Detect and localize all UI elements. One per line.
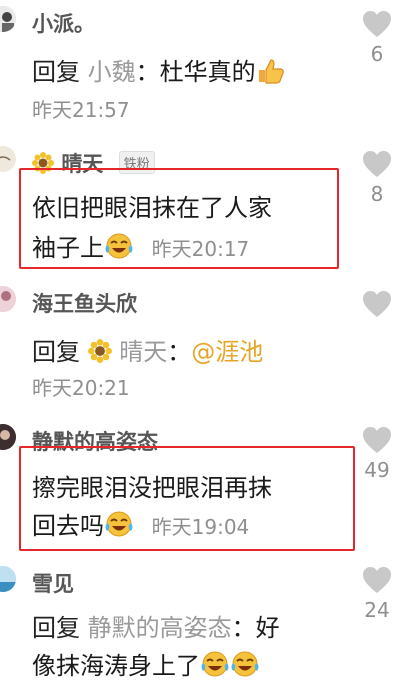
heart-icon <box>363 567 391 593</box>
like-button[interactable]: 24 <box>360 566 394 622</box>
heart-icon <box>363 151 391 177</box>
avatar[interactable] <box>0 146 16 172</box>
reply-target-name[interactable]: 静默的高姿态 <box>88 614 232 642</box>
laughing-crying-emoji-icon <box>104 232 134 266</box>
comment-time: 昨天20:21 <box>32 376 130 400</box>
thumbs-up-emoji-icon <box>256 58 286 90</box>
comment-text-line2: 回去吗 昨天19:04 <box>32 506 249 544</box>
username[interactable]: 雪见 <box>32 568 74 598</box>
reply-label: 回复 <box>32 338 80 366</box>
avatar[interactable] <box>0 286 16 312</box>
comment-text[interactable]: 回复 小魏：杜华真的 <box>32 52 286 90</box>
like-button[interactable] <box>360 290 394 318</box>
like-button[interactable]: 6 <box>360 10 394 66</box>
avatar[interactable] <box>0 566 16 592</box>
comment-text: 依旧把眼泪抹在了人家 <box>32 194 272 222</box>
reply-label: 回复 <box>32 58 80 86</box>
comment-body: 杜华真的 <box>159 58 256 86</box>
comment-body: 好 <box>255 614 280 642</box>
laughing-crying-emoji-icon <box>200 650 230 684</box>
comment-text: 回复 静默的高姿态：好 <box>32 608 280 643</box>
like-count: 6 <box>370 42 384 66</box>
colon: ： <box>167 338 192 366</box>
reply-label: 回复 <box>32 614 80 642</box>
laughing-crying-emoji-icon <box>230 650 260 684</box>
comment-body: 回去吗 <box>32 512 104 540</box>
comment-time: 昨天19:04 <box>151 515 250 539</box>
heart-icon <box>363 427 391 453</box>
laughing-crying-emoji-icon <box>104 510 134 544</box>
like-button[interactable]: 49 <box>360 426 394 482</box>
colon: ： <box>231 614 256 642</box>
like-count: 24 <box>364 598 390 622</box>
comment-time: 昨天20:17 <box>151 237 250 261</box>
reply-target-name[interactable]: 晴天 <box>119 338 167 366</box>
comment-text: 擦完眼泪没把眼泪再抹 <box>32 474 272 502</box>
sunflower-icon <box>87 339 112 369</box>
comment-body-line2: 像抹海涛身上了 <box>32 652 200 680</box>
reply-target-name[interactable]: 小魏 <box>88 58 136 86</box>
comment-body: 袖子上 <box>32 234 104 262</box>
comment-text-line2: 像抹海涛身上了 <box>32 646 260 684</box>
avatar[interactable] <box>0 6 16 32</box>
colon: ： <box>135 58 160 86</box>
comment-text-line2: 袖子上 昨天20:17 <box>32 228 249 266</box>
comment-text: 回复 晴天：@涯池 <box>32 332 263 369</box>
like-count: 8 <box>370 182 384 206</box>
comment-time: 昨天21:57 <box>32 98 130 122</box>
heart-icon <box>363 11 391 37</box>
heart-icon <box>363 291 391 317</box>
avatar[interactable] <box>0 424 16 450</box>
mention-link[interactable]: @涯池 <box>191 338 263 366</box>
username[interactable]: 小派。 <box>32 8 95 38</box>
like-count: 49 <box>364 458 390 482</box>
username[interactable]: 海王鱼头欣 <box>32 288 137 318</box>
like-button[interactable]: 8 <box>360 150 394 206</box>
